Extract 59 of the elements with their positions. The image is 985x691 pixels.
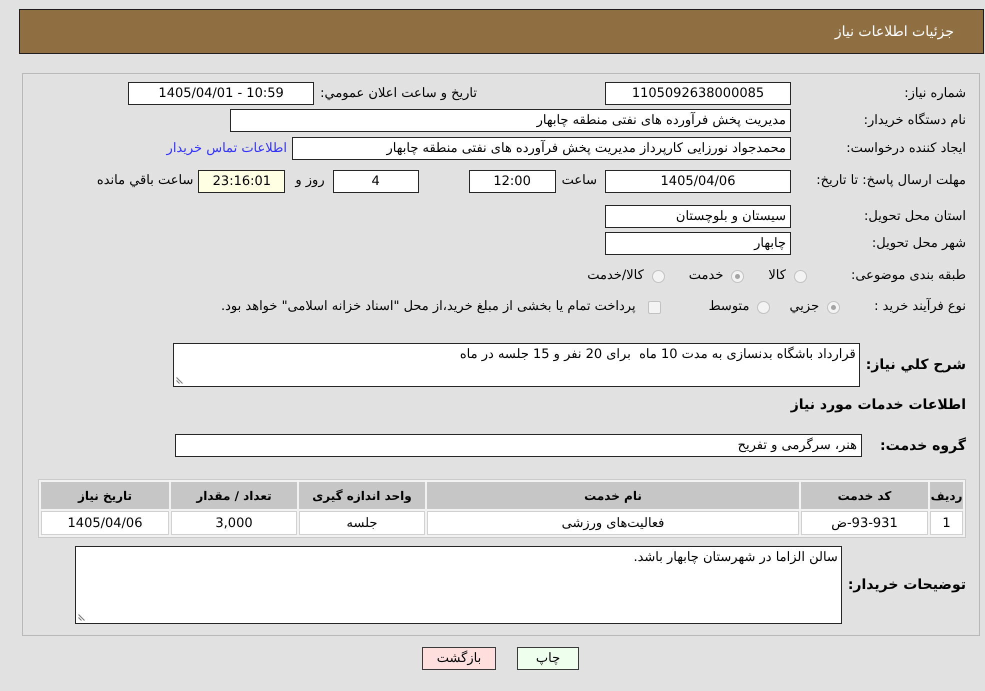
field-label: شماره نیاز: [904, 86, 966, 100]
radio-button[interactable] [652, 270, 665, 282]
column-header: ردیف [930, 482, 963, 509]
service-group-field[interactable]: هنر، سرگرمی و تفریح [175, 434, 862, 457]
remaining-time-label: ساعت باقي مانده [96, 173, 194, 188]
back-button[interactable]: بازگشت [422, 647, 496, 670]
column-header: تاریخ نیاز [41, 482, 169, 509]
table-cell: 3,000 [171, 511, 297, 535]
column-header: کد خدمت [801, 482, 928, 509]
city-field[interactable]: چابهار [605, 232, 791, 255]
radio-button[interactable] [731, 270, 744, 282]
remaining-days-field[interactable]: 4 [332, 170, 419, 192]
field-label: نام دستگاه خریدار: [864, 112, 966, 128]
buyer-organization-field[interactable]: مدیریت پخش فرآورده های نفتی منطقه چابهار [230, 109, 791, 132]
contact-info-link[interactable]: اطلاعات تماس خریدار [166, 140, 287, 156]
province-field[interactable]: سیستان و بلوچستان [605, 205, 791, 228]
field-label: نوع فرآیند خرید : [874, 299, 966, 314]
description-textarea[interactable]: قرارداد باشگاه بدنسازی به مدت 10 ماه برای 20 نفر و 15 جلسه در ماه [172, 343, 860, 387]
field-label: توضیحات خریدار: [848, 577, 966, 593]
radio-label: کالا/خدمت [587, 267, 644, 285]
field-label: طبقه بندی موضوعی: [850, 268, 966, 283]
radio-label: متوسط [708, 298, 750, 316]
remaining-time-field[interactable]: 23:16:01 [198, 170, 286, 192]
page-title: جزئیات اطلاعات نیاز [834, 24, 954, 40]
field-label: مهلت ارسال پاسخ: تا تاریخ: [816, 173, 966, 188]
table-cell: جلسه [299, 511, 425, 535]
field-label: ایجاد کننده درخواست: [846, 140, 966, 156]
radio-label: کالا [768, 267, 786, 285]
resize-grip-icon[interactable] [78, 614, 85, 621]
field-label: تاريخ و ساعت اعلان عمومي: [320, 86, 477, 100]
table-cell: فعالیت‌های ورزشی [427, 511, 799, 535]
table-cell: ض-93-931 [801, 511, 928, 535]
requester-field[interactable]: محمدجواد نورزایی کارپرداز مدیریت پخش فرآورده های نفتی منطقه چابهار [292, 137, 791, 160]
time-label: ساعت [562, 173, 597, 188]
checkbox-label: پرداخت تمام یا بخشی از مبلغ خرید،از محل "اسناد خزانه اسلامی" خواهد بود. [221, 298, 636, 316]
column-header: نام خدمت [427, 482, 799, 509]
field-label: گروه خدمت: [880, 438, 966, 454]
deadline-time-field[interactable]: 12:00 [468, 170, 556, 192]
field-label: شهر محل تحویل: [872, 236, 966, 250]
checkbox[interactable] [648, 300, 661, 314]
announcement-date-field[interactable]: 1405/04/01 - 10:59 [128, 82, 314, 105]
resize-grip-icon[interactable] [176, 377, 183, 384]
print-button[interactable]: چاپ [517, 647, 579, 670]
days-label: روز و [295, 173, 325, 188]
deadline-date-field[interactable]: 1405/04/06 [605, 170, 791, 192]
radio-button[interactable] [794, 270, 807, 282]
section-heading: اطلاعات خدمات مورد نیاز [790, 397, 966, 413]
radio-button[interactable] [757, 300, 770, 314]
need-number-field[interactable]: 1105092638000085 [605, 82, 791, 105]
column-header: واحد اندازه گیری [299, 482, 425, 509]
radio-label: خدمت [688, 267, 724, 285]
table-cell: 1 [930, 511, 963, 535]
radio-label: جزيي [789, 298, 820, 316]
field-label: استان محل تحویل: [864, 208, 966, 224]
radio-button[interactable] [827, 300, 840, 314]
buyer-notes-textarea[interactable]: سالن الزاما در شهرستان چابهار باشد. [74, 546, 842, 624]
column-header: تعداد / مقدار [171, 482, 297, 509]
field-label: شرح کلي نیاز: [866, 357, 966, 373]
table-cell: 1405/04/06 [41, 511, 169, 535]
